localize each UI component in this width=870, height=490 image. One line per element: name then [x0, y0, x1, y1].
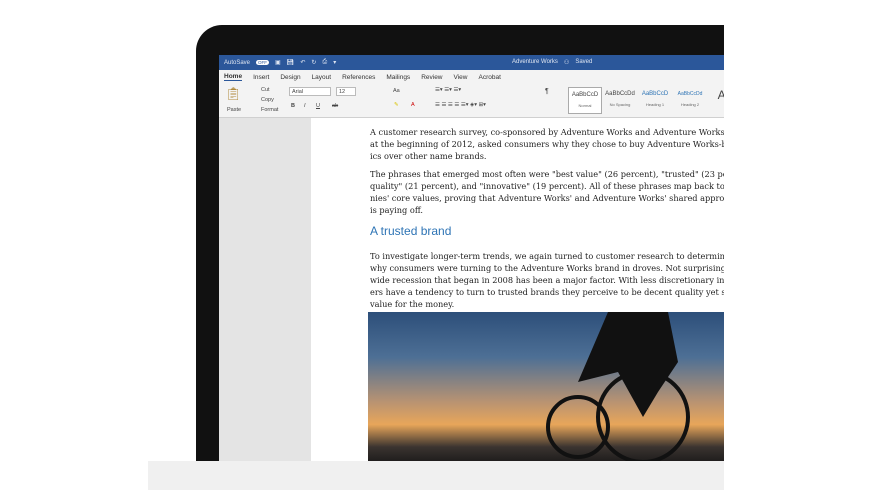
font-size-select[interactable]: 12: [336, 87, 356, 96]
tab-references[interactable]: References: [342, 74, 375, 81]
font-color-icon[interactable]: A: [411, 102, 415, 108]
document-margin: [219, 118, 311, 461]
section-heading: A trusted brand: [370, 224, 452, 238]
tab-mailings[interactable]: Mailings: [386, 74, 410, 81]
print-icon[interactable]: ⎙: [322, 59, 327, 66]
font-select[interactable]: Arial: [289, 87, 331, 96]
case-button[interactable]: Aa: [393, 88, 400, 94]
tab-insert[interactable]: Insert: [253, 74, 269, 81]
document-page[interactable]: A customer research survey, co-sponsored…: [311, 118, 724, 461]
paragraph-3: To investigate longer-term trends, we ag…: [370, 251, 724, 309]
format-painter-button[interactable]: Format: [261, 107, 278, 113]
autosave-label: AutoSave: [224, 59, 251, 66]
cyclist-sunset-image[interactable]: [368, 312, 724, 461]
tab-layout[interactable]: Layout: [312, 74, 332, 81]
save-icon[interactable]: 💾︎: [287, 59, 295, 66]
autosave-toggle[interactable]: OFF: [256, 60, 270, 65]
strikethrough-button[interactable]: ab: [332, 103, 338, 109]
title-bar: AutoSave OFF ▣ 💾︎ ↶ ↻ ⎙ ▾ Adventure Work…: [219, 55, 724, 70]
undo-icon[interactable]: ↶: [300, 59, 305, 66]
tab-design[interactable]: Design: [280, 74, 300, 81]
paragraph-2: The phrases that emerged most often were…: [370, 169, 724, 215]
ribbon: 📋︎ Paste Cut Copy Format Arial 12 Aa B I…: [219, 84, 724, 118]
style-no-spacing[interactable]: AaBbCcDd No Spacing: [603, 87, 637, 114]
align-icons[interactable]: ☰ ☰ ☰ ☰ ☰▾ ◈▾ ⊞▾: [435, 102, 486, 108]
paste-icon[interactable]: 📋︎: [225, 86, 242, 102]
tab-view[interactable]: View: [454, 74, 468, 81]
save-status: Saved: [575, 59, 593, 65]
ribbon-tabs: Home Insert Design Layout References Mai…: [219, 70, 724, 84]
bold-button[interactable]: B: [291, 103, 295, 109]
show-formatting-button[interactable]: ¶: [545, 88, 549, 95]
italic-button[interactable]: I: [304, 103, 306, 109]
tab-home[interactable]: Home: [224, 73, 243, 81]
highlight-icon[interactable]: ✎: [394, 102, 399, 108]
bullets-icon[interactable]: ☰▾ ☰▾ ☰▾: [435, 87, 461, 93]
style-heading-1[interactable]: AaBbCcD Heading 1: [638, 87, 672, 114]
style-heading-2[interactable]: AaBbCcDd Heading 2: [673, 87, 707, 114]
copy-button[interactable]: Copy: [261, 97, 274, 103]
customize-icon[interactable]: ▾: [333, 59, 336, 66]
backdrop-right: [724, 0, 870, 490]
paste-button[interactable]: Paste: [227, 107, 241, 113]
style-normal[interactable]: AaBbCcD Normal: [568, 87, 602, 114]
cut-button[interactable]: Cut: [261, 87, 270, 93]
document-title: Adventure Works: [512, 59, 558, 65]
tab-acrobat[interactable]: Acrobat: [478, 74, 500, 81]
underline-button[interactable]: U: [316, 103, 320, 109]
paragraph-1: A customer research survey, co-sponsored…: [370, 127, 724, 161]
style-title[interactable]: Aa: [708, 87, 724, 114]
redo-icon[interactable]: ↻: [311, 59, 316, 66]
backdrop-strip: [148, 461, 724, 490]
share-icon[interactable]: ⚇: [564, 59, 569, 66]
tab-review[interactable]: Review: [421, 74, 442, 81]
sidebar-icon[interactable]: ▣: [275, 59, 281, 66]
word-window: AutoSave OFF ▣ 💾︎ ↶ ↻ ⎙ ▾ Adventure Work…: [219, 55, 724, 461]
